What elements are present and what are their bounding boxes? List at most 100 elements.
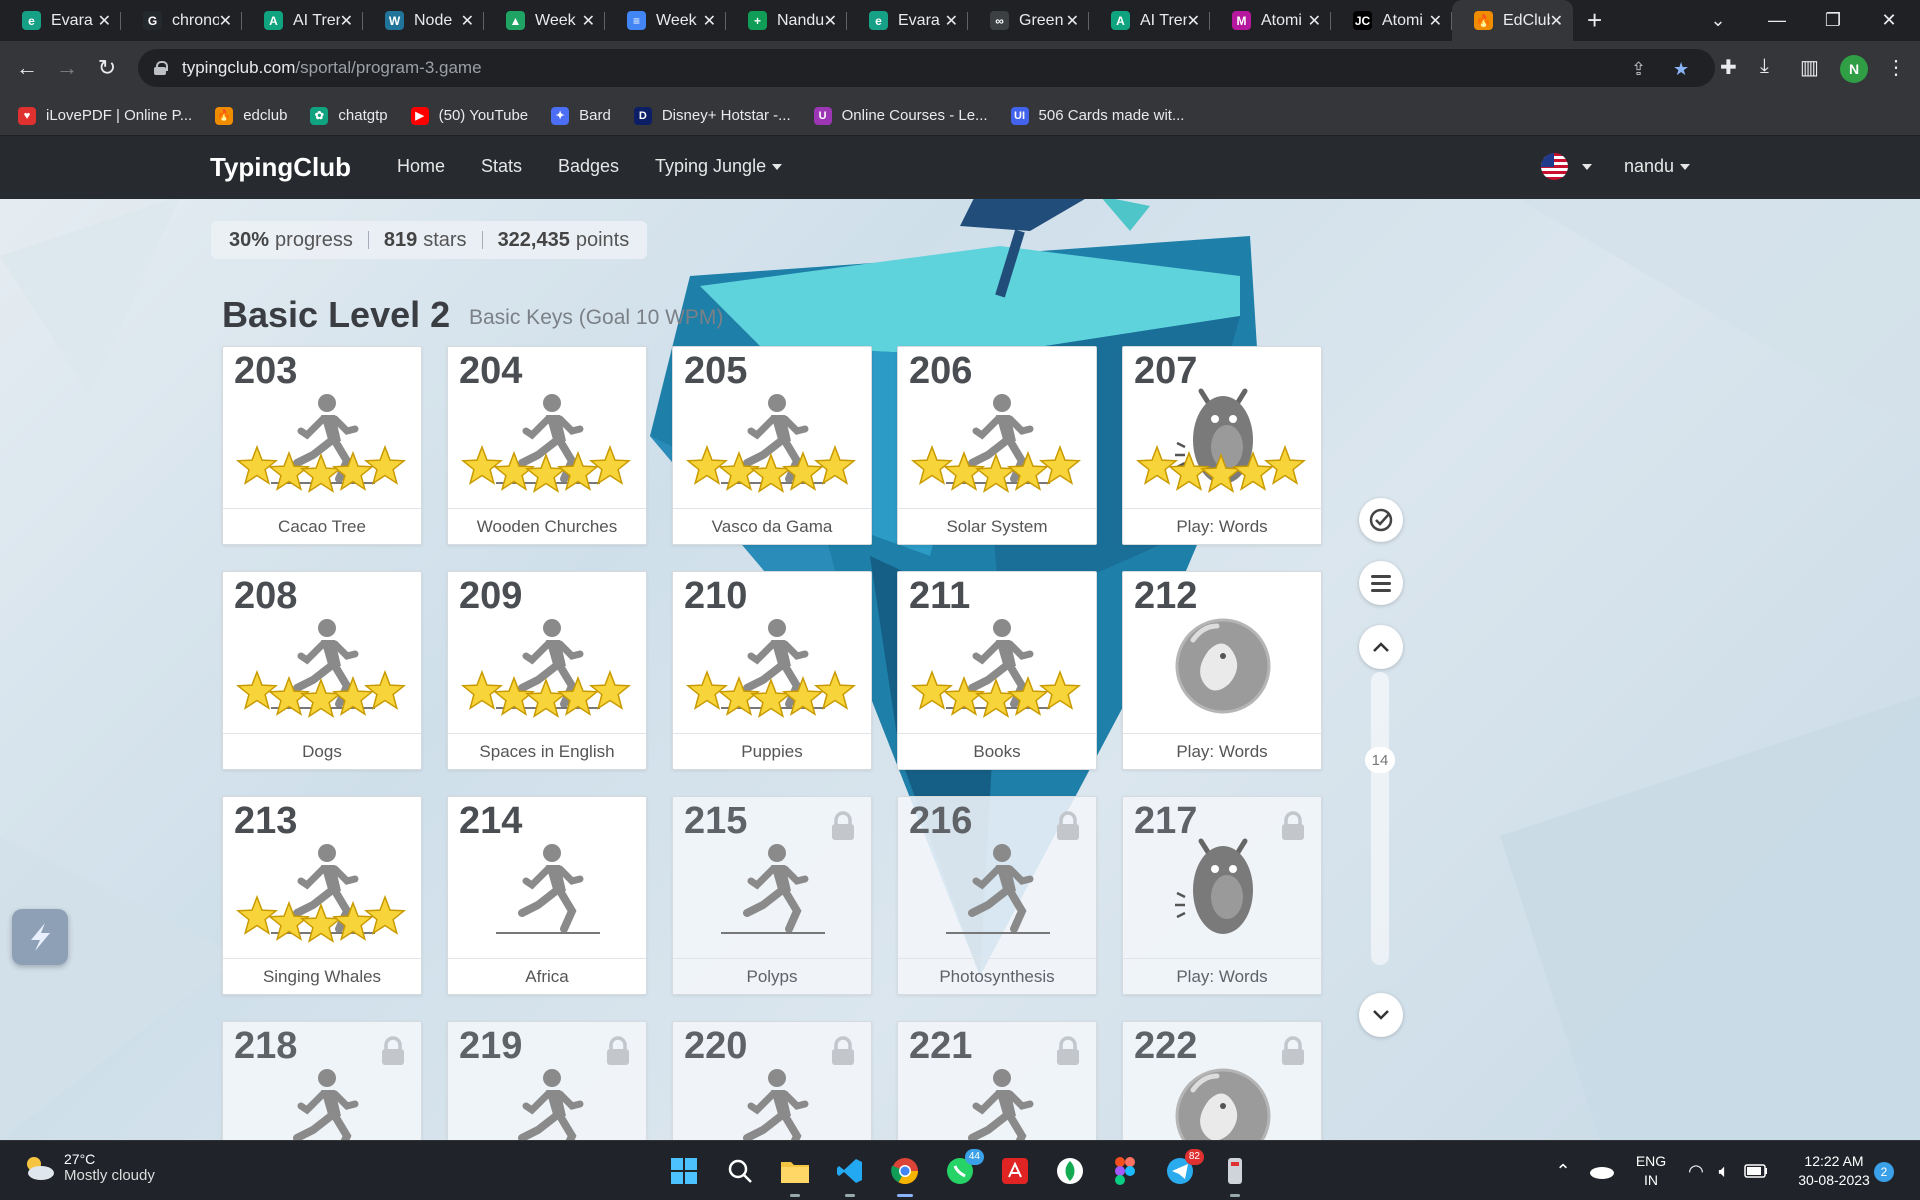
search-icon[interactable] (722, 1153, 758, 1189)
scroll-up-button[interactable] (1359, 625, 1403, 669)
lesson-card[interactable]: 214 Africa (447, 796, 647, 995)
chrome-icon[interactable] (887, 1153, 923, 1197)
side-panel-icon[interactable]: ▥ (1800, 55, 1819, 80)
tab-search-icon[interactable]: ⌄ (1693, 0, 1743, 41)
browser-tab[interactable]: e Evara ✕ (847, 0, 968, 41)
tab-close-icon[interactable]: ✕ (945, 11, 958, 31)
lesson-card[interactable]: 215 Polyps (672, 796, 872, 995)
bookmark-item[interactable]: 🔥 edclub (215, 106, 287, 125)
tab-close-icon[interactable]: ✕ (1429, 11, 1442, 31)
tray-chevron-up-icon[interactable]: ⌃ (1545, 1153, 1581, 1189)
us-flag-icon[interactable] (1541, 153, 1568, 180)
new-tab-button[interactable]: + (1587, 0, 1602, 41)
tab-close-icon[interactable]: ✕ (219, 11, 232, 31)
lesson-card[interactable]: 220 (672, 1021, 872, 1140)
lesson-card[interactable]: 207 Play: Words (1122, 346, 1322, 545)
tab-close-icon[interactable]: ✕ (340, 11, 353, 31)
browser-tab[interactable]: + Nandu ✕ (726, 0, 847, 41)
tab-close-icon[interactable]: ✕ (1550, 11, 1563, 31)
browser-tab[interactable]: M Atomi ✕ (1210, 0, 1331, 41)
tab-close-icon[interactable]: ✕ (1308, 11, 1321, 31)
user-menu[interactable]: nandu (1624, 156, 1691, 177)
browser-tab[interactable]: W Node ✕ (363, 0, 484, 41)
tab-close-icon[interactable]: ✕ (1187, 11, 1200, 31)
lesson-card[interactable]: 204 Wooden Churches (447, 346, 647, 545)
weather-widget[interactable]: 27°C Mostly cloudy (22, 1151, 155, 1184)
figma-icon[interactable] (1107, 1153, 1143, 1189)
reload-icon[interactable]: ↻ (90, 51, 124, 85)
tab-close-icon[interactable]: ✕ (703, 11, 716, 31)
vscode-icon[interactable] (832, 1153, 868, 1197)
mongodb-compass-icon[interactable] (1052, 1153, 1088, 1189)
telegram-icon[interactable]: 82 (1162, 1149, 1204, 1189)
address-bar[interactable]: typingclub.com/sportal/program-3.game ⇪ … (138, 49, 1715, 87)
lesson-card[interactable]: 203 Cacao Tree (222, 346, 422, 545)
battery-icon[interactable] (1738, 1153, 1774, 1189)
profile-avatar[interactable]: N (1840, 55, 1868, 83)
browser-tab[interactable]: ▲ Week ✕ (484, 0, 605, 41)
lock-icon[interactable] (154, 61, 168, 75)
tab-close-icon[interactable]: ✕ (1066, 11, 1079, 31)
browser-tab[interactable]: ∞ Green ✕ (968, 0, 1089, 41)
scroll-down-button[interactable] (1359, 993, 1403, 1037)
nav-typing-jungle[interactable]: Typing Jungle (655, 156, 783, 177)
browser-tab[interactable]: Gchrono ✕ (121, 0, 242, 41)
nav-stats[interactable]: Stats (481, 156, 522, 177)
bookmark-item[interactable]: ▶ (50) YouTube (410, 106, 528, 125)
windows-start-icon[interactable] (666, 1153, 702, 1189)
bookmark-item[interactable]: ♥ iLovePDF | Online P... (18, 106, 192, 125)
language-chevron-icon[interactable] (1582, 164, 1592, 170)
bookmark-item[interactable]: ✿ chatgtp (310, 106, 388, 125)
device-icon[interactable] (1217, 1153, 1253, 1197)
bookmark-item[interactable]: U Online Courses - Le... (813, 106, 988, 125)
share-icon[interactable]: ⇪ (1631, 59, 1646, 80)
extensions-icon[interactable]: ✚ (1720, 55, 1737, 80)
file-explorer-icon[interactable] (777, 1153, 813, 1197)
lesson-card[interactable]: 210 Puppies (672, 571, 872, 770)
nav-badges[interactable]: Badges (558, 156, 619, 177)
lesson-card[interactable]: 208 Dogs (222, 571, 422, 770)
acrobat-icon[interactable] (997, 1153, 1033, 1189)
tab-close-icon[interactable]: ✕ (98, 11, 111, 31)
bookmark-item[interactable]: UI 506 Cards made wit... (1010, 106, 1184, 125)
floating-extension-button[interactable] (12, 909, 68, 965)
back-icon[interactable]: ← (10, 51, 44, 85)
lesson-card[interactable]: 206 Solar System (897, 346, 1097, 545)
browser-tab[interactable]: e Evara ✕ (0, 0, 121, 41)
bookmark-item[interactable]: D Disney+ Hotstar -... (633, 106, 791, 125)
browser-tab[interactable]: ≡ Week ✕ (605, 0, 726, 41)
browser-tab[interactable]: JC Atomi ✕ (1331, 0, 1452, 41)
clock[interactable]: 12:22 AM 30-08-2023 (1780, 1152, 1888, 1190)
forward-icon[interactable]: → (50, 51, 84, 85)
browser-tab[interactable]: A AI Tren ✕ (1089, 0, 1210, 41)
onedrive-icon[interactable] (1584, 1153, 1620, 1189)
volume-icon[interactable]: 🔈︎ (1706, 1153, 1742, 1189)
lesson-card[interactable]: 218 (222, 1021, 422, 1140)
restore-icon[interactable]: ❐ (1808, 0, 1858, 41)
menu-button[interactable] (1359, 561, 1403, 605)
minimize-icon[interactable]: — (1752, 0, 1802, 41)
lesson-card[interactable]: 209 Spaces in English (447, 571, 647, 770)
tab-close-icon[interactable]: ✕ (582, 11, 595, 31)
lesson-card[interactable]: 219 (447, 1021, 647, 1140)
close-window-icon[interactable]: ✕ (1864, 0, 1914, 41)
completed-filter-button[interactable] (1359, 498, 1403, 542)
notification-badge[interactable]: 2 (1874, 1162, 1894, 1182)
lesson-card[interactable]: 211 Books (897, 571, 1097, 770)
tab-close-icon[interactable]: ✕ (824, 11, 837, 31)
brand-logo[interactable]: TypingClub (210, 152, 351, 183)
download-icon[interactable]: ⤓ (1760, 55, 1769, 78)
language-indicator[interactable]: ENG IN (1628, 1152, 1674, 1190)
nav-home[interactable]: Home (397, 156, 445, 177)
whatsapp-icon[interactable]: 44 (942, 1149, 984, 1189)
lesson-card[interactable]: 212 Play: Words (1122, 571, 1322, 770)
lesson-card[interactable]: 216 Photosynthesis (897, 796, 1097, 995)
menu-icon[interactable]: ⋮ (1886, 55, 1906, 80)
lesson-card[interactable]: 221 (897, 1021, 1097, 1140)
scroll-track[interactable] (1371, 672, 1389, 965)
browser-tab[interactable]: 🔥 EdClub✕ (1452, 0, 1573, 41)
bookmark-item[interactable]: ✦ Bard (551, 106, 611, 125)
bookmark-star-icon[interactable]: ★ (1673, 59, 1689, 80)
lesson-card[interactable]: 205 Vasco da Gama (672, 346, 872, 545)
tab-close-icon[interactable]: ✕ (461, 11, 474, 31)
